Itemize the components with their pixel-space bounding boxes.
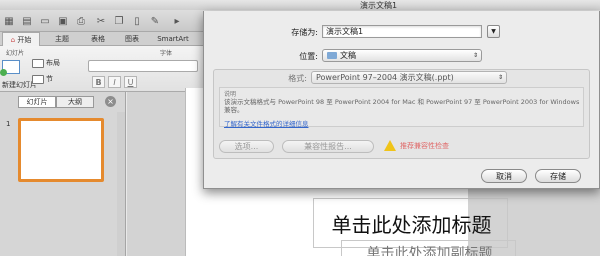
save-button[interactable]: 存储 bbox=[535, 169, 581, 183]
title-placeholder-text: 单击此处添加标题 bbox=[331, 213, 492, 237]
subtitle-placeholder[interactable]: 单击此处添加副标题 bbox=[341, 240, 516, 256]
options-button[interactable]: 选项... bbox=[219, 140, 274, 153]
underline-button[interactable]: U bbox=[124, 76, 137, 88]
tab-themes[interactable]: 主题 bbox=[46, 32, 78, 46]
slide-thumbnail[interactable] bbox=[18, 118, 104, 182]
warning-icon bbox=[384, 140, 396, 151]
tab-tables[interactable]: 表格 bbox=[82, 32, 114, 46]
save-as-field[interactable]: 演示文稿1 bbox=[322, 25, 482, 38]
font-name-field[interactable] bbox=[88, 60, 198, 72]
bold-button[interactable]: B bbox=[92, 76, 105, 88]
section-label: 节 bbox=[46, 75, 53, 83]
where-label: 位置: bbox=[299, 52, 318, 61]
pane-tabs: 幻灯片 大纲 bbox=[18, 96, 94, 108]
format-label: 格式: bbox=[288, 74, 307, 83]
tab-charts[interactable]: 图表 bbox=[116, 32, 148, 46]
format-painter-icon[interactable]: ✎ bbox=[148, 14, 162, 28]
slide-navigation-pane: 幻灯片 大纲 × 1 bbox=[0, 92, 126, 256]
popup-arrows-icon: ⇕ bbox=[472, 52, 478, 59]
gallery-icon[interactable]: ▤ bbox=[20, 14, 34, 28]
home-icon: ⌂ bbox=[10, 36, 16, 44]
new-slide-button[interactable] bbox=[0, 60, 20, 76]
section-button[interactable]: 节 bbox=[32, 74, 53, 84]
new-slide-icon bbox=[0, 60, 20, 76]
layout-button[interactable]: 布局 bbox=[32, 58, 60, 68]
popup-arrows-icon: ⇕ bbox=[497, 74, 503, 81]
title-bar: 演示文稿1 bbox=[0, 0, 600, 10]
tab-home[interactable]: ⌂ 开始 bbox=[2, 32, 40, 46]
format-value: PowerPoint 97–2004 演示文稿(.ppt) bbox=[316, 73, 454, 82]
tab-outline[interactable]: 大纲 bbox=[56, 96, 94, 108]
chevron-down-icon: ▼ bbox=[491, 28, 496, 35]
subtitle-placeholder-text: 单击此处添加副标题 bbox=[366, 246, 493, 256]
save-icon[interactable]: ▣ bbox=[56, 14, 70, 28]
section-icon bbox=[32, 74, 44, 84]
format-options-panel: 格式: PowerPoint 97–2004 演示文稿(.ppt) ⇕ 说明 该… bbox=[213, 69, 590, 159]
description-heading: 说明 bbox=[224, 91, 237, 98]
cancel-button[interactable]: 取消 bbox=[481, 169, 527, 183]
insert-icon[interactable]: ▸ bbox=[170, 14, 184, 28]
layout-label: 布局 bbox=[46, 59, 60, 67]
expand-dialog-button[interactable]: ▼ bbox=[487, 25, 500, 38]
slide-number: 1 bbox=[6, 120, 11, 128]
format-description-box: 说明 该演示文稿格式与 PowerPoint 98 至 PowerPoint 2… bbox=[219, 87, 584, 128]
compatibility-warning: 推荐兼容性检查 bbox=[400, 142, 449, 150]
close-pane-icon[interactable]: × bbox=[105, 96, 116, 107]
folder-icon bbox=[327, 52, 337, 59]
pane-scrollbar[interactable] bbox=[117, 112, 125, 256]
where-value: 文稿 bbox=[340, 51, 356, 60]
learn-more-link[interactable]: 了解有关文件格式的详细信息 bbox=[224, 118, 309, 128]
tab-slides[interactable]: 幻灯片 bbox=[18, 96, 56, 108]
copy-icon[interactable]: ❐ bbox=[112, 14, 126, 28]
new-document-icon[interactable]: ▦ bbox=[2, 14, 16, 28]
cut-icon[interactable]: ✂ bbox=[94, 14, 108, 28]
font-group-label: 字体 bbox=[160, 50, 173, 57]
print-icon[interactable]: ⎙ bbox=[74, 14, 88, 28]
tab-smartart[interactable]: SmartArt bbox=[150, 32, 196, 46]
tab-home-label: 开始 bbox=[17, 36, 32, 44]
slides-group-label: 幻灯片 bbox=[6, 50, 25, 57]
compatibility-report-button[interactable]: 兼容性报告... bbox=[282, 140, 374, 153]
save-as-label: 存储为: bbox=[291, 28, 318, 37]
paste-icon[interactable]: ▯ bbox=[130, 14, 144, 28]
where-popup[interactable]: 文稿 ⇕ bbox=[322, 49, 482, 62]
layout-icon bbox=[32, 58, 44, 68]
open-icon[interactable]: ▭ bbox=[38, 14, 52, 28]
description-text: 该演示文稿格式与 PowerPoint 98 至 PowerPoint 2004… bbox=[224, 98, 580, 114]
italic-button[interactable]: I bbox=[108, 76, 121, 88]
format-popup[interactable]: PowerPoint 97–2004 演示文稿(.ppt) ⇕ bbox=[311, 71, 507, 84]
save-dialog: 存储为: 演示文稿1 ▼ 位置: 文稿 ⇕ 格式: PowerPoint 97–… bbox=[203, 11, 600, 189]
